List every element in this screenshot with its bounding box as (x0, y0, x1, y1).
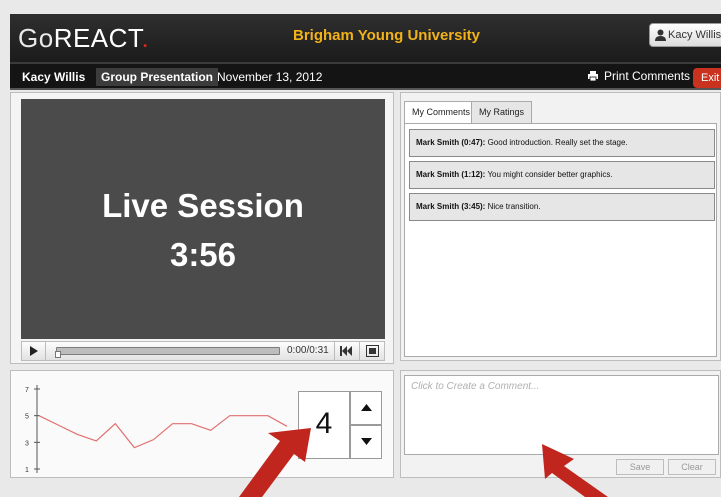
comment-text: You might consider better graphics. (485, 170, 613, 179)
logo-react-text: REACT (53, 23, 142, 53)
save-button[interactable]: Save (616, 459, 664, 475)
rating-decrease-button[interactable] (350, 425, 382, 459)
user-name: Kacy Willis (668, 29, 721, 41)
fullscreen-icon (366, 345, 379, 357)
exit-button[interactable]: Exit (693, 68, 721, 88)
create-comment-panel: Save Clear (400, 370, 721, 478)
rating-panel: 7 5 3 1 4 (10, 370, 394, 478)
logo-go-text: Go (18, 23, 54, 53)
comment-item[interactable]: Mark Smith (1:12): You might consider be… (409, 161, 715, 189)
clear-button[interactable]: Clear (668, 459, 716, 475)
caret-down-icon (361, 438, 372, 445)
print-comments-label: Print Comments (604, 69, 691, 83)
rating-y-tick-label: 7 (25, 387, 29, 394)
play-icon (30, 346, 38, 356)
rating-y-tick-label: 1 (25, 467, 29, 474)
tab-my-comments[interactable]: My Comments (404, 101, 479, 124)
progress-bar[interactable] (56, 347, 280, 355)
comment-text: Nice transition. (485, 202, 541, 211)
video-player[interactable]: Live Session 3:56 (21, 99, 385, 339)
logo-dot: . (141, 23, 150, 53)
play-button[interactable] (22, 342, 46, 360)
fullscreen-button[interactable] (359, 342, 384, 360)
university-name: Brigham Young University (293, 27, 480, 44)
time-display: 0:00/0:31 (287, 345, 329, 356)
video-controls: 0:00/0:31 (21, 341, 385, 361)
live-session-title: Live Session (102, 187, 304, 224)
rating-graph: 7 5 3 1 (25, 385, 288, 474)
user-icon (655, 29, 666, 41)
rewind-button[interactable] (334, 342, 358, 360)
user-menu-button[interactable]: Kacy Willis ▾ (649, 23, 721, 47)
comment-list: Mark Smith (0:47): Good introduction. Re… (404, 123, 717, 357)
printer-icon (588, 71, 598, 81)
rating-increase-button[interactable] (350, 391, 382, 425)
rating-y-tick-label: 3 (25, 440, 29, 447)
comment-author: Mark Smith (3:45): (416, 202, 486, 211)
live-session-time: 3:56 (169, 236, 237, 273)
tab-my-ratings[interactable]: My Ratings (471, 101, 533, 123)
comment-text: Good introduction. Really set the stage. (485, 138, 628, 147)
caret-up-icon (361, 404, 372, 411)
assignment-badge: Group Presentation (96, 68, 219, 86)
progress-handle[interactable] (55, 351, 61, 358)
comments-panel: My Comments My Ratings Mark Smith (0:47)… (400, 92, 721, 361)
print-comments-button[interactable]: Print Comments (588, 69, 690, 83)
rating-value[interactable]: 4 (298, 391, 350, 459)
student-name: Kacy Willis (22, 70, 86, 84)
session-date: November 13, 2012 (217, 70, 323, 84)
comment-item[interactable]: Mark Smith (0:47): Good introduction. Re… (409, 129, 715, 157)
rating-y-tick-label: 5 (25, 414, 29, 421)
comment-item[interactable]: Mark Smith (3:45): Nice transition. (409, 193, 715, 221)
session-bar: Kacy Willis Group Presentation November … (10, 62, 721, 90)
comment-author: Mark Smith (0:47): (416, 138, 486, 147)
rewind-icon (340, 346, 352, 356)
comment-author: Mark Smith (1:12): (416, 170, 486, 179)
rating-series-line (38, 415, 288, 449)
goreact-logo[interactable]: GoREACT. (18, 23, 149, 54)
comment-input[interactable] (404, 375, 719, 455)
top-header: GoREACT. Brigham Young University Kacy W… (10, 14, 721, 62)
video-panel: Live Session 3:56 0:00/0:31 (10, 92, 394, 364)
